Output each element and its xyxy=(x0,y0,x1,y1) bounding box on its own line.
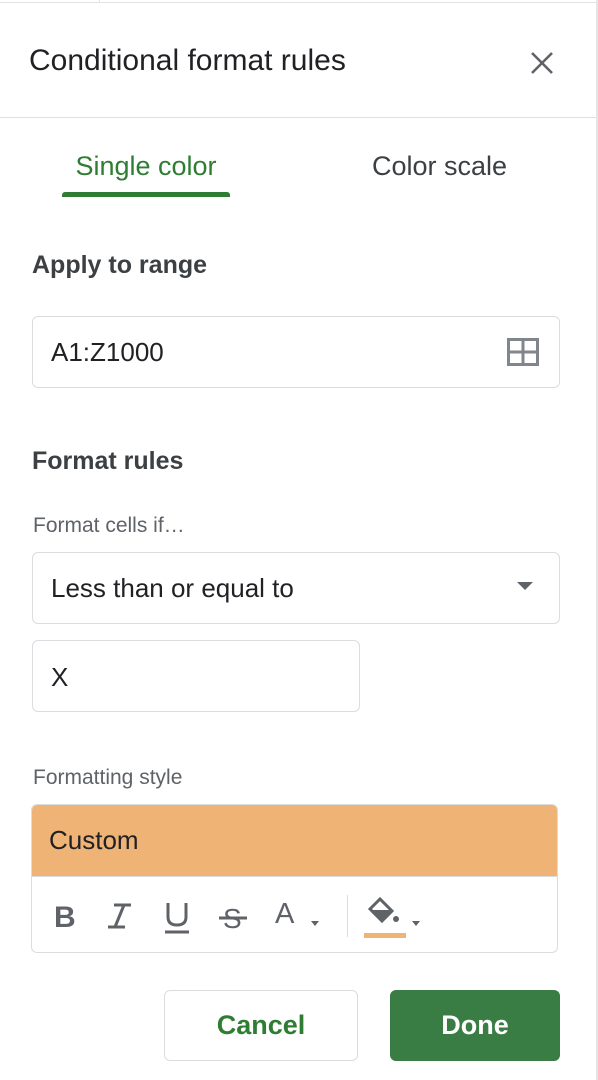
style-preview-text: Custom xyxy=(49,825,139,855)
svg-text:B: B xyxy=(54,901,76,934)
value-text: X xyxy=(51,662,69,692)
fill-color-icon[interactable] xyxy=(362,895,428,938)
active-tab-indicator xyxy=(62,192,230,197)
chevron-down-icon xyxy=(517,582,533,590)
value-input[interactable]: X xyxy=(32,640,360,712)
formatting-style-label: Formatting style xyxy=(33,766,183,789)
style-toolbar: B S A xyxy=(32,877,557,952)
panel-title: Conditional format rules xyxy=(29,44,346,77)
format-cells-if-label: Format cells if… xyxy=(33,514,185,537)
strikethrough-icon[interactable]: S xyxy=(218,895,248,935)
toolbar-separator xyxy=(347,895,348,937)
underline-icon[interactable] xyxy=(162,895,192,935)
panel-header: Conditional format rules xyxy=(0,3,596,118)
svg-text:A: A xyxy=(275,898,295,930)
condition-select[interactable]: Less than or equal to xyxy=(32,552,560,624)
italic-icon[interactable] xyxy=(104,895,134,935)
range-input[interactable]: A1:Z1000 xyxy=(32,316,560,388)
range-value: A1:Z1000 xyxy=(51,337,164,367)
bold-icon[interactable]: B xyxy=(50,895,78,935)
grid-icon[interactable] xyxy=(507,338,539,366)
format-rules-label: Format rules xyxy=(32,447,184,475)
cancel-button[interactable]: Cancel xyxy=(164,990,358,1061)
close-icon[interactable] xyxy=(526,47,558,79)
text-color-icon[interactable]: A xyxy=(274,895,320,935)
style-preview-dropdown[interactable]: Custom xyxy=(32,805,557,877)
done-button[interactable]: Done xyxy=(390,990,560,1061)
tab-single-color[interactable]: Single color xyxy=(62,150,230,182)
condition-value: Less than or equal to xyxy=(51,573,294,603)
apply-to-range-label: Apply to range xyxy=(32,251,208,279)
formatting-style-box: Custom B S A xyxy=(31,804,558,953)
tab-color-scale[interactable]: Color scale xyxy=(372,150,507,182)
